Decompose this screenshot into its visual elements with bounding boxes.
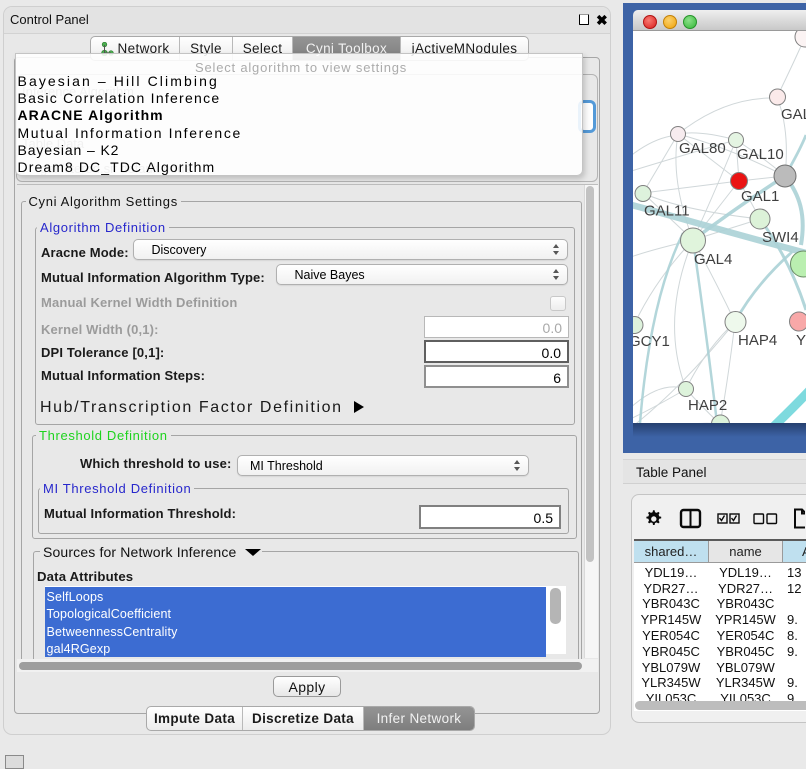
svg-text:GAL80: GAL80 bbox=[679, 140, 726, 157]
svg-text:HAP4: HAP4 bbox=[738, 332, 777, 349]
svg-text:GAL4: GAL4 bbox=[694, 251, 732, 268]
svg-text:GAL10: GAL10 bbox=[737, 146, 784, 163]
svg-text:GAL11: GAL11 bbox=[644, 203, 690, 220]
svg-text:HAP2: HAP2 bbox=[688, 397, 727, 414]
svg-text:GAL: GAL bbox=[781, 106, 806, 123]
svg-text:Y: Y bbox=[796, 332, 806, 349]
svg-text:GCY1: GCY1 bbox=[633, 333, 670, 350]
svg-text:GAL1: GAL1 bbox=[741, 188, 779, 205]
svg-text:SWI4: SWI4 bbox=[762, 229, 799, 246]
